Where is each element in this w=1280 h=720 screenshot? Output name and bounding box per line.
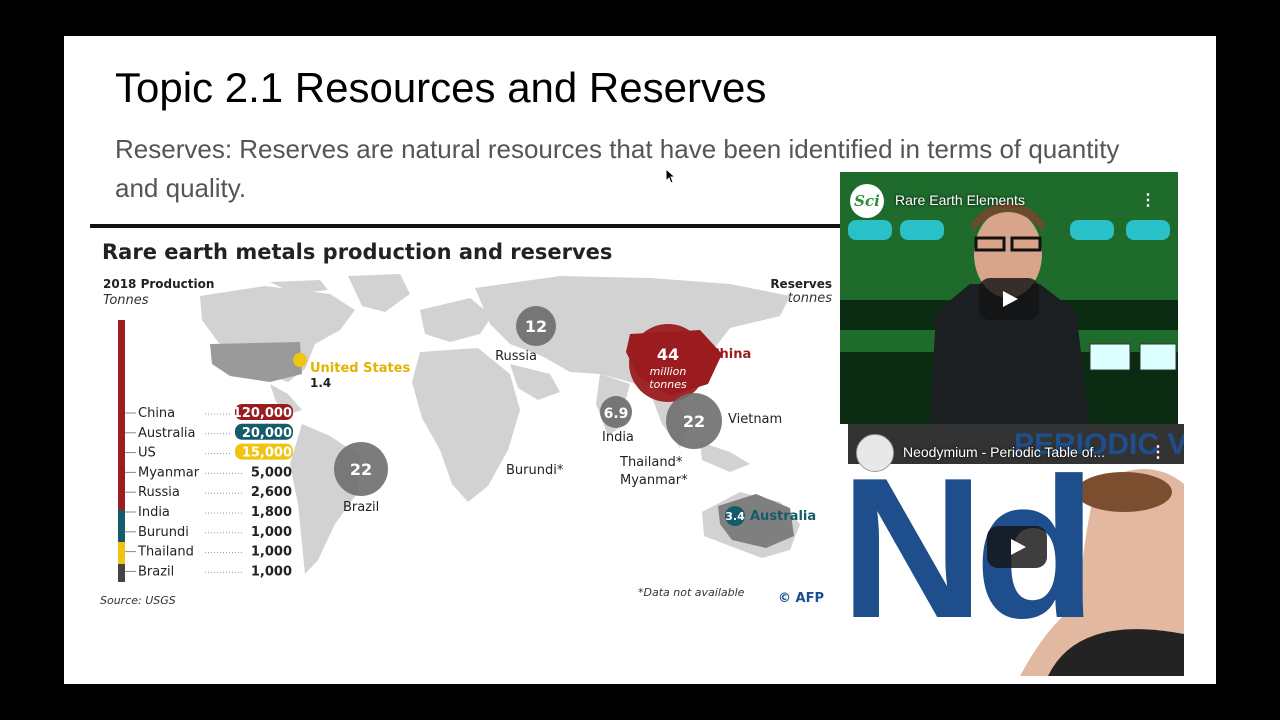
production-value: 15,000 xyxy=(242,446,292,461)
reserve-value-australia: 3.4 xyxy=(725,510,745,523)
video-rare-earth-elements[interactable]: Sci Rare Earth Elements ⋮ xyxy=(840,172,1178,424)
production-country: Myanmar xyxy=(138,465,200,480)
mouse-cursor-icon xyxy=(665,168,677,184)
production-value: 1,800 xyxy=(251,505,292,520)
play-button[interactable] xyxy=(987,526,1047,568)
production-country: Burundi xyxy=(138,525,189,540)
production-value: 120,000 xyxy=(233,406,292,421)
more-options-icon[interactable]: ⋮ xyxy=(1140,190,1156,210)
production-value: 1,000 xyxy=(251,564,292,579)
reserve-value-india: 6.9 xyxy=(604,406,629,422)
production-country: China xyxy=(138,406,175,421)
infographic-title: Rare earth metals production and reserve… xyxy=(102,240,612,264)
map-label-thailand: Thailand* xyxy=(619,455,683,470)
production-value: 1,000 xyxy=(251,525,292,540)
production-unit: Tonnes xyxy=(103,293,149,308)
production-value: 20,000 xyxy=(242,426,292,441)
credit-text: © AFP xyxy=(778,591,824,606)
production-country: India xyxy=(138,505,170,520)
rare-earth-infographic: Rare earth metals production and reserve… xyxy=(90,224,842,620)
production-value: 2,600 xyxy=(251,485,292,500)
reserve-label-china: China xyxy=(710,347,751,362)
map-label-myanmar: Myanmar* xyxy=(620,473,688,488)
more-options-icon[interactable]: ⋮ xyxy=(1150,442,1166,462)
reserve-label-vietnam: Vietnam xyxy=(728,412,782,427)
source-text: Source: USGS xyxy=(100,594,176,607)
reserve-label-usa: United States xyxy=(310,361,411,376)
production-country: Brazil xyxy=(138,564,174,579)
reserve-value-vietnam: 22 xyxy=(683,412,705,431)
reserve-label-india: India xyxy=(602,430,634,445)
reserve-value-china: 44 xyxy=(657,345,679,364)
channel-avatar[interactable] xyxy=(856,434,894,472)
video-title[interactable]: Neodymium - Periodic Table of... xyxy=(903,444,1105,460)
reserves-label: Reserves xyxy=(770,277,832,291)
map-label-burundi: Burundi* xyxy=(506,463,564,478)
note-text: *Data not available xyxy=(638,586,745,599)
production-bar xyxy=(118,320,125,582)
reserve-label-russia: Russia xyxy=(495,349,537,364)
reserve-dot-usa xyxy=(293,353,307,367)
production-value: 1,000 xyxy=(251,545,292,560)
reserve-unit-china-2: tonnes xyxy=(649,378,687,391)
element-symbol: Nd xyxy=(848,437,1097,660)
channel-avatar[interactable]: Sci xyxy=(850,184,884,218)
reserve-label-brazil: Brazil xyxy=(343,500,379,515)
play-button[interactable] xyxy=(979,278,1039,320)
presentation-slide: Topic 2.1 Resources and Reserves Reserve… xyxy=(64,36,1216,684)
reserve-value-brazil: 22 xyxy=(350,460,372,479)
production-country: Australia xyxy=(138,426,196,441)
production-country: US xyxy=(138,446,156,461)
video-neodymium[interactable]: PERIODIC VIDE Nd Neodymium - Periodic Ta… xyxy=(848,424,1184,676)
production-value: 5,000 xyxy=(251,465,292,480)
production-label: 2018 Production xyxy=(103,277,214,291)
slide-title: Topic 2.1 Resources and Reserves xyxy=(115,64,767,111)
reserve-value-usa: 1.4 xyxy=(310,376,331,390)
reserve-value-russia: 12 xyxy=(525,317,547,336)
reserve-label-australia: Australia xyxy=(750,509,816,524)
video-title[interactable]: Rare Earth Elements xyxy=(895,192,1025,208)
production-country: Thailand xyxy=(137,545,194,560)
reserve-unit-china-1: million xyxy=(650,365,687,378)
production-country: Russia xyxy=(138,485,180,500)
